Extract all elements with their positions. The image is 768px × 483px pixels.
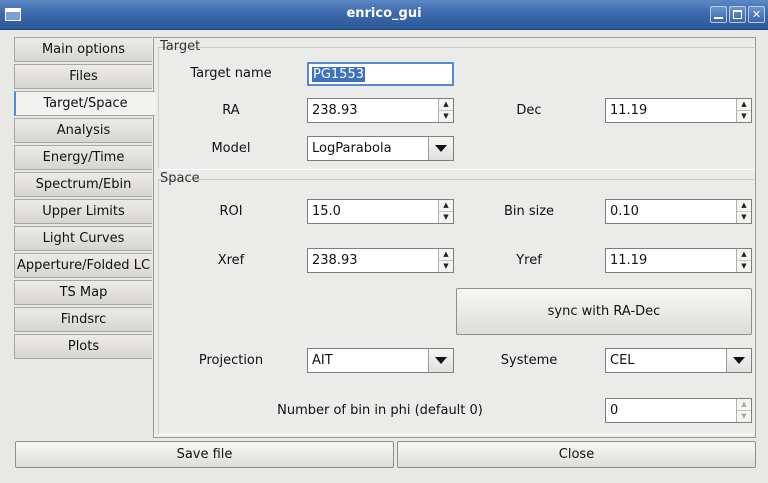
bin-size-spinbox[interactable]: 0.10 ▲ ▼	[605, 199, 752, 224]
spin-down-icon[interactable]: ▼	[737, 111, 751, 122]
model-select[interactable]: LogParabola	[307, 136, 454, 161]
ra-value: 238.93	[312, 103, 358, 118]
xref-label: Xref	[217, 253, 245, 268]
roi-spinbox[interactable]: 15.0 ▲ ▼	[307, 199, 454, 224]
title-bar: enrico_gui ✕	[0, 0, 768, 30]
roi-value: 15.0	[312, 204, 341, 219]
tab-files[interactable]: Files	[14, 64, 152, 89]
spin-up-icon[interactable]: ▲	[737, 200, 751, 212]
model-value: LogParabola	[312, 141, 392, 156]
close-button-label: Close	[558, 447, 595, 462]
sync-with-ra-dec-button[interactable]: sync with RA-Dec	[456, 288, 752, 335]
tab-analysis[interactable]: Analysis	[14, 118, 152, 143]
systeme-value: CEL	[610, 353, 635, 368]
chevron-down-icon[interactable]	[726, 349, 751, 372]
spin-down-icon[interactable]: ▼	[439, 261, 453, 272]
tab-target-space[interactable]: Target/Space	[14, 91, 155, 116]
xref-value: 238.93	[312, 253, 358, 268]
dec-label: Dec	[516, 103, 542, 118]
spin-down-icon[interactable]: ▼	[737, 261, 751, 272]
phi-bin-spinbox[interactable]: 0 ▲ ▼	[605, 398, 752, 423]
tab-light-curves[interactable]: Light Curves	[14, 226, 152, 251]
target-name-input[interactable]: PG1553	[307, 62, 454, 86]
spin-up-icon[interactable]: ▲	[439, 99, 453, 111]
tab-plots[interactable]: Plots	[14, 334, 152, 359]
tab-apperture-folded-lc[interactable]: Apperture/Folded LC	[14, 253, 152, 278]
dec-spin-buttons[interactable]: ▲ ▼	[736, 99, 751, 122]
save-file-label: Save file	[176, 447, 233, 462]
close-button[interactable]: Close	[397, 441, 756, 468]
tab-findsrc[interactable]: Findsrc	[14, 307, 152, 332]
dec-spinbox[interactable]: 11.19 ▲ ▼	[605, 98, 752, 123]
bin-size-spin-buttons[interactable]: ▲ ▼	[736, 200, 751, 223]
yref-spin-buttons[interactable]: ▲ ▼	[736, 249, 751, 272]
yref-value: 11.19	[610, 253, 648, 268]
spin-up-icon[interactable]: ▲	[439, 249, 453, 261]
tab-main-options[interactable]: Main options	[14, 37, 152, 62]
spin-up-icon[interactable]: ▲	[737, 399, 751, 411]
systeme-select[interactable]: CEL	[605, 348, 752, 373]
ra-spin-buttons[interactable]: ▲ ▼	[438, 99, 453, 122]
tab-upper-limits[interactable]: Upper Limits	[14, 199, 152, 224]
minimize-icon[interactable]	[710, 6, 727, 23]
spin-down-icon[interactable]: ▼	[737, 411, 751, 422]
roi-label: ROI	[219, 204, 243, 219]
window-title: enrico_gui	[346, 6, 422, 21]
roi-spin-buttons[interactable]: ▲ ▼	[438, 200, 453, 223]
tab-spectrum-ebin[interactable]: Spectrum/Ebin	[14, 172, 152, 197]
sync-button-label: sync with RA-Dec	[547, 304, 661, 319]
systeme-label: Systeme	[500, 353, 558, 368]
chevron-down-icon[interactable]	[428, 349, 453, 372]
model-label: Model	[211, 141, 251, 156]
target-name-value: PG1553	[312, 67, 365, 82]
close-icon[interactable]: ✕	[748, 6, 765, 23]
tab-panel: Target Target name PG1553 RA 238.93 ▲ ▼ D…	[153, 37, 756, 438]
projection-value: AIT	[312, 353, 333, 368]
bin-size-label: Bin size	[503, 204, 555, 219]
tab-energy-time[interactable]: Energy/Time	[14, 145, 152, 170]
spin-up-icon[interactable]: ▲	[737, 99, 751, 111]
spin-up-icon[interactable]: ▲	[439, 200, 453, 212]
yref-spinbox[interactable]: 11.19 ▲ ▼	[605, 248, 752, 273]
xref-spinbox[interactable]: 238.93 ▲ ▼	[307, 248, 454, 273]
phi-bin-spin-buttons[interactable]: ▲ ▼	[736, 399, 751, 422]
spin-down-icon[interactable]: ▼	[439, 111, 453, 122]
space-group-title: Space	[160, 171, 200, 186]
projection-select[interactable]: AIT	[307, 348, 454, 373]
spin-down-icon[interactable]: ▼	[737, 212, 751, 223]
spin-up-icon[interactable]: ▲	[737, 249, 751, 261]
projection-label: Projection	[198, 353, 264, 368]
spin-down-icon[interactable]: ▼	[439, 212, 453, 223]
target-name-label: Target name	[190, 66, 272, 81]
phi-bin-label: Number of bin in phi (default 0)	[277, 403, 483, 418]
ra-spinbox[interactable]: 238.93 ▲ ▼	[307, 98, 454, 123]
chevron-down-icon[interactable]	[428, 137, 453, 160]
xref-spin-buttons[interactable]: ▲ ▼	[438, 249, 453, 272]
tab-ts-map[interactable]: TS Map	[14, 280, 152, 305]
bin-size-value: 0.10	[610, 204, 639, 219]
yref-label: Yref	[516, 253, 542, 268]
phi-bin-value: 0	[610, 403, 619, 418]
maximize-icon[interactable]	[729, 6, 746, 23]
target-group-title: Target	[160, 39, 201, 54]
ra-label: RA	[222, 103, 240, 118]
save-file-button[interactable]: Save file	[15, 441, 394, 468]
dec-value: 11.19	[610, 103, 648, 118]
